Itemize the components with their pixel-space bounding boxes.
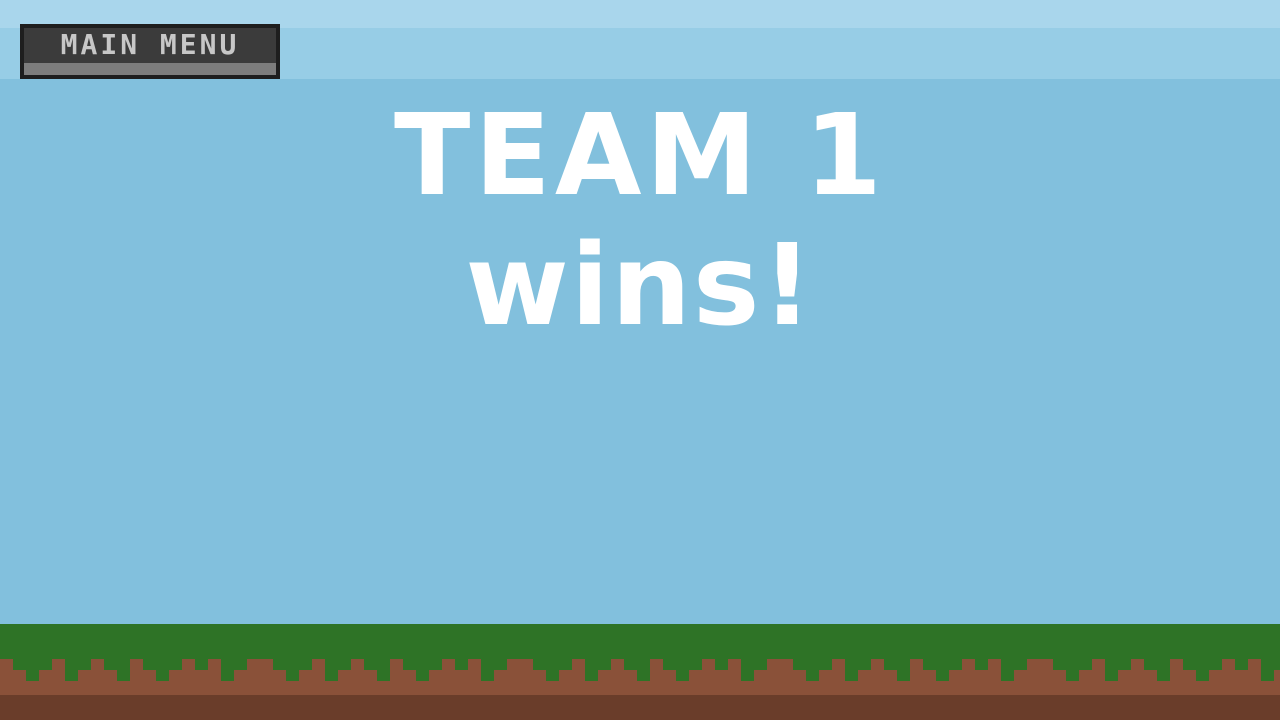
grass-tuft [715,659,728,670]
main-menu-button[interactable]: MAIN MENU [20,24,280,79]
grass-tuft [273,659,286,670]
grass-tuft [598,659,611,670]
grass-tuft [26,659,39,681]
main-menu-label: MAIN MENU [60,28,240,61]
grass-tuft [78,659,91,670]
grass-tuft [143,659,156,670]
grass-tuft [1274,659,1280,670]
grass-tuft [195,659,208,670]
grass-tuft [858,659,871,670]
grass-tuft [819,659,832,670]
grass-tuft [1014,659,1027,670]
grass-tuft [429,659,442,670]
grass-tuft [169,659,182,670]
grass-tuft [546,659,559,681]
grass-tuft [494,659,507,670]
grass-tuft [234,659,247,670]
grass-tuft [377,659,390,681]
grass-tuft [325,659,338,681]
grass-tuft [1196,659,1209,681]
grass-tuft [793,659,806,670]
grass-tuft [585,659,598,681]
grass-tuft [403,659,416,670]
ground [0,624,1280,720]
grass-tuft [624,659,637,670]
grass-tuft [949,659,962,670]
grass-tuft [1144,659,1157,670]
grass-tuft [897,659,910,681]
grass-tuft [416,659,429,681]
grass-tuft [481,659,494,681]
grass-tuft [676,659,689,681]
grass-tuft [1235,659,1248,670]
grass-tuft [1118,659,1131,670]
button-shade [24,63,276,75]
grass-tuft [533,659,546,670]
grass-tuft [117,659,130,681]
grass-tuft [754,659,767,670]
grass-tuft [884,659,897,670]
grass-tuft [455,659,468,670]
grass-tuft [923,659,936,670]
grass-tuft [689,659,702,670]
grass-tuft [104,659,117,670]
grass-tuft [741,659,754,681]
grass-tuft [338,659,351,670]
grass-tuft [1209,659,1222,670]
grass-tuft [286,659,299,681]
grass-tuft [806,659,819,681]
grass-tuft [1157,659,1170,681]
grass-tuft [156,659,169,681]
grass-tuft [1261,659,1274,681]
grass-tuft [65,659,78,681]
grass-tuft [1183,659,1196,670]
grass-tufts [13,659,1280,681]
grass-tuft [13,659,26,670]
wins-text: wins! [465,221,815,351]
grass-tuft [936,659,949,681]
grass-tuft [1066,659,1079,681]
grass-tuft [39,659,52,670]
grass-tuft [1105,659,1118,681]
grass-tuft [221,659,234,681]
grass-tuft [1053,659,1066,670]
grass-tuft [559,659,572,670]
grass-tuft [299,659,312,670]
grass-tuft [663,659,676,670]
grass-tuft [364,659,377,670]
grass-tuft [975,659,988,670]
winner-team-text: TEAM 1 [394,91,886,221]
grass-tuft [1001,659,1014,681]
grass-tuft [637,659,650,681]
grass-tuft [1079,659,1092,670]
grass-tuft [845,659,858,681]
